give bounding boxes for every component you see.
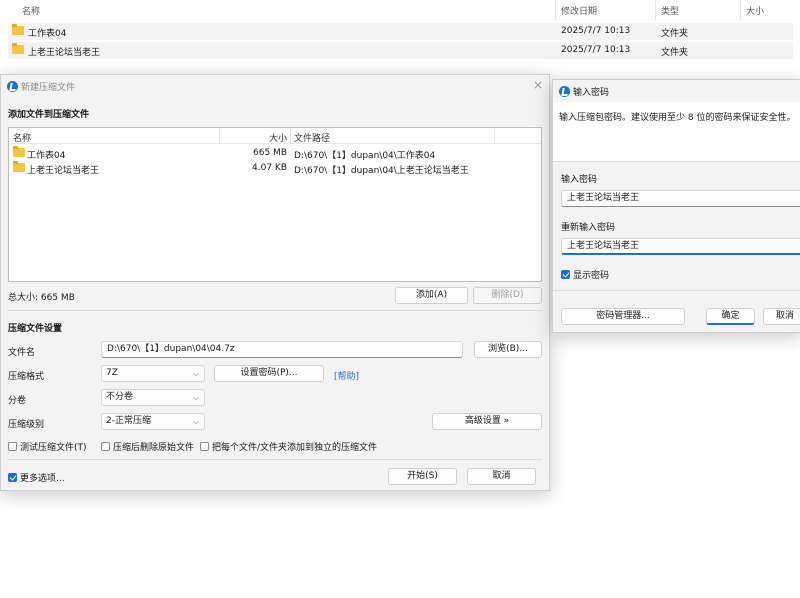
folder-icon: [12, 43, 24, 56]
table-row[interactable]: 上老王论坛当老王 4.07 KB D:\670\【1】dupan\04\上老王论…: [9, 161, 541, 176]
delete-after-checkbox[interactable]: 压缩后删除原始文件: [101, 440, 194, 453]
format-select[interactable]: 7Z ⌵: [101, 365, 205, 382]
dialog-title-bar[interactable]: 新建压缩文件 ×: [1, 75, 549, 97]
volume-select[interactable]: 不分卷 ⌵: [101, 389, 205, 406]
column-date[interactable]: 修改日期: [561, 4, 597, 17]
repeat-password-input[interactable]: 上老王论坛当老王: [561, 238, 800, 255]
row-size: 665 MB: [253, 148, 287, 158]
row-path: D:\670\【1】dupan\04\工作表04: [294, 151, 436, 161]
row-size: 4.07 KB: [252, 163, 287, 173]
format-value: 7Z: [106, 368, 118, 378]
item-date: 2025/7/7 10:13: [561, 45, 631, 55]
explorer-column-header: 名称 ^ 修改日期 类型 大小: [0, 0, 800, 20]
browse-button[interactable]: 浏览(B)...: [474, 341, 542, 358]
item-type: 文件夹: [661, 29, 689, 39]
column-separator[interactable]: [655, 0, 656, 20]
table-row[interactable]: 工作表04 665 MB D:\670\【1】dupan\04\工作表04: [9, 146, 541, 161]
add-button[interactable]: 添加(A): [395, 287, 468, 304]
info-text: 输入压缩包密码。建议使用至少 8 位的密码来保证安全性。: [559, 113, 796, 123]
ok-button[interactable]: 确定: [706, 308, 755, 325]
column-size[interactable]: 大小: [746, 4, 764, 17]
checkbox-box[interactable]: [200, 442, 209, 451]
checkbox-label: 压缩后删除原始文件: [113, 443, 195, 453]
dialog-title-bar[interactable]: 输入密码: [553, 80, 800, 102]
repeat-password-label: 重新输入密码: [561, 223, 616, 233]
column-separator[interactable]: [290, 128, 291, 144]
row-name: 工作表04: [27, 151, 66, 161]
file-list[interactable]: 名称 大小 文件路径 工作表04 665 MB D:\670\【1】dupan\…: [8, 127, 542, 282]
dialog-title: 新建压缩文件: [21, 83, 76, 93]
column-separator[interactable]: [555, 0, 556, 20]
volume-label: 分卷: [8, 396, 27, 406]
column-type[interactable]: 类型: [661, 4, 679, 17]
folder-icon: [13, 161, 25, 174]
app-logo-icon: [559, 86, 570, 97]
level-value: 2-正常压缩: [106, 416, 151, 426]
item-type: 文件夹: [661, 48, 689, 58]
checkbox-label: 测试压缩文件(T): [20, 443, 87, 453]
filename-input[interactable]: D:\670\【1】dupan\04\04.7z: [101, 341, 463, 358]
volume-value: 不分卷: [106, 392, 134, 402]
sort-indicator-icon: ^: [283, 0, 291, 6]
file-explorer: 名称 ^ 修改日期 类型 大小 工作表04 2025/7/7 10:13 文件夹…: [0, 0, 800, 62]
password-label: 输入密码: [561, 175, 598, 185]
set-password-button[interactable]: 设置密码(P)...: [214, 365, 324, 382]
column-size[interactable]: 大小: [269, 131, 287, 144]
item-name: 上老王论坛当老王: [28, 48, 101, 58]
list-item[interactable]: 上老王论坛当老王 2025/7/7 10:13 文件夹: [8, 42, 793, 59]
checkbox-box[interactable]: [101, 442, 110, 451]
chevron-down-icon: ⌵: [192, 369, 199, 378]
settings-section-title: 压缩文件设置: [8, 324, 63, 334]
folder-icon: [13, 146, 25, 159]
checkbox-label: 把每个文件/文件夹添加到独立的压缩文件: [212, 443, 378, 453]
password-manager-button[interactable]: 密码管理器...: [561, 308, 685, 325]
column-separator[interactable]: [494, 128, 495, 144]
row-path: D:\670\【1】dupan\04\上老王论坛当老王: [294, 166, 469, 176]
new-archive-dialog: 新建压缩文件 × 添加文件到压缩文件 名称 大小 文件路径 工作表04 665 …: [0, 74, 550, 491]
dialog-title: 输入密码: [573, 88, 610, 98]
item-date: 2025/7/7 10:13: [561, 26, 631, 36]
add-files-section-title: 添加文件到压缩文件: [8, 110, 90, 120]
folder-icon: [12, 24, 24, 37]
checkbox-label: 更多选项...: [20, 474, 65, 484]
column-name[interactable]: 名称: [22, 4, 40, 17]
column-name[interactable]: 名称: [13, 131, 31, 144]
cancel-button[interactable]: 取消: [467, 468, 536, 485]
filename-label: 文件名: [8, 348, 36, 358]
checkbox-box[interactable]: [8, 473, 17, 482]
separate-archives-checkbox[interactable]: 把每个文件/文件夹添加到独立的压缩文件: [200, 440, 377, 453]
level-select[interactable]: 2-正常压缩 ⌵: [101, 413, 205, 430]
delete-button[interactable]: 删除(D): [473, 287, 542, 304]
item-name: 工作表04: [28, 29, 67, 39]
more-options-checkbox[interactable]: 更多选项...: [8, 471, 65, 484]
level-label: 压缩级别: [8, 420, 45, 430]
list-item[interactable]: 工作表04 2025/7/7 10:13 文件夹: [8, 23, 793, 40]
chevron-down-icon: ⌵: [192, 393, 199, 402]
checkbox-box[interactable]: [8, 442, 17, 451]
start-button[interactable]: 开始(S): [388, 468, 457, 485]
divider: [8, 310, 542, 311]
file-list-header: 名称 大小 文件路径: [9, 128, 541, 144]
chevron-down-icon: ⌵: [192, 417, 199, 426]
checkbox-label: 显示密码: [573, 271, 610, 281]
total-size-label: 总大小: 665 MB: [8, 293, 75, 303]
info-panel: 输入压缩包密码。建议使用至少 8 位的密码来保证安全性。: [553, 102, 800, 162]
close-icon[interactable]: ×: [533, 78, 543, 92]
test-archive-checkbox[interactable]: 测试压缩文件(T): [8, 440, 87, 453]
advanced-settings-button[interactable]: 高级设置 »: [432, 413, 542, 430]
divider: [8, 459, 542, 460]
app-logo-icon: [7, 81, 18, 92]
show-password-checkbox[interactable]: 显示密码: [561, 268, 609, 281]
row-name: 上老王论坛当老王: [27, 166, 100, 176]
checkbox-box[interactable]: [561, 270, 570, 279]
help-link[interactable]: [帮助]: [334, 369, 359, 382]
divider: [553, 290, 800, 291]
password-dialog: 输入密码 输入压缩包密码。建议使用至少 8 位的密码来保证安全性。 输入密码 上…: [552, 79, 800, 333]
format-label: 压缩格式: [8, 372, 45, 382]
cancel-button[interactable]: 取消: [763, 308, 800, 325]
column-separator[interactable]: [740, 0, 741, 20]
column-separator[interactable]: [219, 128, 220, 144]
password-input[interactable]: 上老王论坛当老王: [561, 190, 800, 207]
column-path[interactable]: 文件路径: [294, 131, 330, 144]
